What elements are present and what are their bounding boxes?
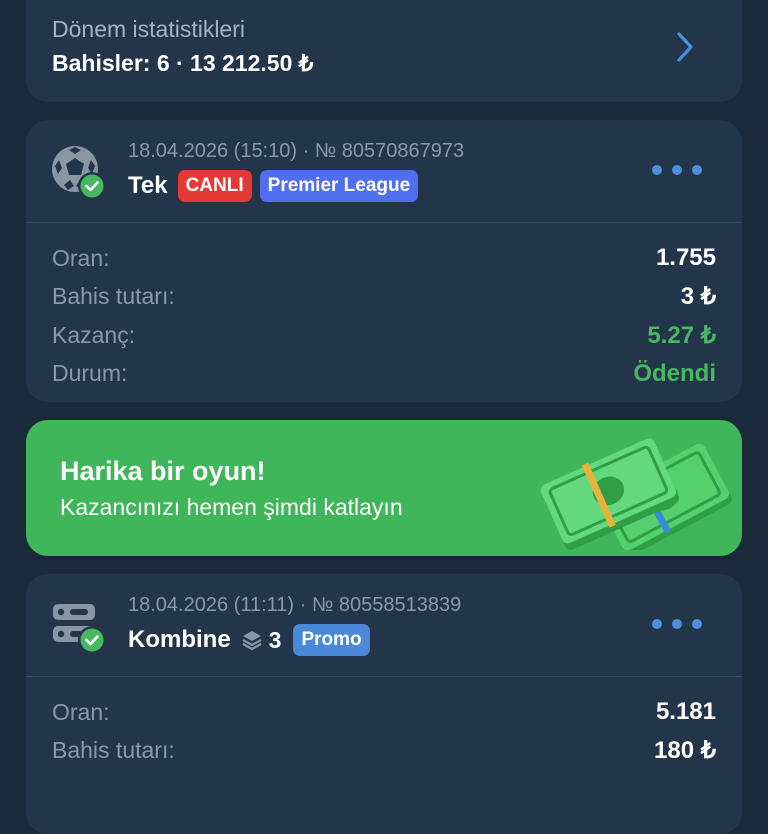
bet-header: 18.04.2026 (11:11) · № 80558513839 Kombi… xyxy=(26,574,742,677)
dot-icon xyxy=(652,165,662,175)
dot-icon xyxy=(692,165,702,175)
league-badge: Premier League xyxy=(259,170,419,202)
dot-icon xyxy=(672,165,682,175)
winnings-row: Kazanç: 5.27 ₺ xyxy=(52,316,716,355)
live-badge: CANLI xyxy=(177,170,252,202)
check-circle-icon xyxy=(78,172,106,200)
bet-header: 18.04.2026 (15:10) · № 80570867973 Tek C… xyxy=(26,120,742,223)
winnings-label: Kazanç: xyxy=(52,321,136,348)
odds-row: Oran: 1.755 xyxy=(52,239,716,278)
football-icon xyxy=(52,146,106,200)
bet-meta: 18.04.2026 (11:11) · № 80558513839 xyxy=(128,594,462,616)
bet-card[interactable]: 18.04.2026 (15:10) · № 80570867973 Tek C… xyxy=(26,120,742,402)
bet-type-line: Kombine 3 Promo xyxy=(128,623,370,657)
bet-type: Tek xyxy=(128,172,168,199)
stake-row: Bahis tutarı: 180 ₺ xyxy=(52,732,716,771)
chevron-right-icon[interactable] xyxy=(672,30,698,64)
legs-count-value: 3 xyxy=(268,626,282,653)
money-stack-icon xyxy=(540,438,732,550)
odds-row: Oran: 5.181 xyxy=(52,693,716,732)
period-stats-card[interactable]: Dönem istatistikleri Bahisler: 6 · 13 21… xyxy=(26,0,742,102)
legs-count: 3 xyxy=(241,626,282,654)
stake-label: Bahis tutarı: xyxy=(52,737,175,764)
stake-row: Bahis tutarı: 3 ₺ xyxy=(52,278,716,317)
stake-value: 180 ₺ xyxy=(654,737,716,765)
bet-details: Oran: 1.755 Bahis tutarı: 3 ₺ Kazanç: 5.… xyxy=(26,223,742,393)
period-stats-title: Dönem istatistikleri xyxy=(52,16,245,42)
stake-value: 3 ₺ xyxy=(680,283,716,311)
status-label: Durum: xyxy=(52,360,128,387)
odds-value: 1.755 xyxy=(655,244,716,272)
combo-ticket-icon xyxy=(53,604,106,654)
odds-label: Oran: xyxy=(52,698,110,725)
bet-type-line: Tek CANLI Premier League xyxy=(128,169,419,203)
odds-label: Oran: xyxy=(52,244,110,271)
status-value: Ödendi xyxy=(633,359,716,387)
promo-badge: Promo xyxy=(293,624,370,656)
bet-meta: 18.04.2026 (15:10) · № 80570867973 xyxy=(128,140,465,162)
status-row: Durum: Ödendi xyxy=(52,355,716,394)
stake-label: Bahis tutarı: xyxy=(52,283,175,310)
winnings-value: 5.27 ₺ xyxy=(647,321,716,349)
banner-subtitle: Kazancınızı hemen şimdi katlayın xyxy=(60,494,403,520)
bet-type: Kombine xyxy=(128,626,231,653)
more-options-button[interactable] xyxy=(652,160,702,180)
dot-icon xyxy=(652,619,662,629)
layers-icon xyxy=(242,631,262,651)
bet-card[interactable]: 18.04.2026 (11:11) · № 80558513839 Kombi… xyxy=(26,574,742,834)
more-options-button[interactable] xyxy=(652,614,702,634)
dot-icon xyxy=(692,619,702,629)
promo-banner[interactable]: Harika bir oyun! Kazancınızı hemen şimdi… xyxy=(26,420,742,556)
dot-icon xyxy=(672,619,682,629)
odds-value: 5.181 xyxy=(655,698,716,726)
period-stats-summary: Bahisler: 6 · 13 212.50 ₺ xyxy=(52,50,314,76)
banner-title: Harika bir oyun! xyxy=(60,456,266,486)
bet-details: Oran: 5.181 Bahis tutarı: 180 ₺ xyxy=(26,677,742,770)
check-circle-icon xyxy=(78,626,106,654)
